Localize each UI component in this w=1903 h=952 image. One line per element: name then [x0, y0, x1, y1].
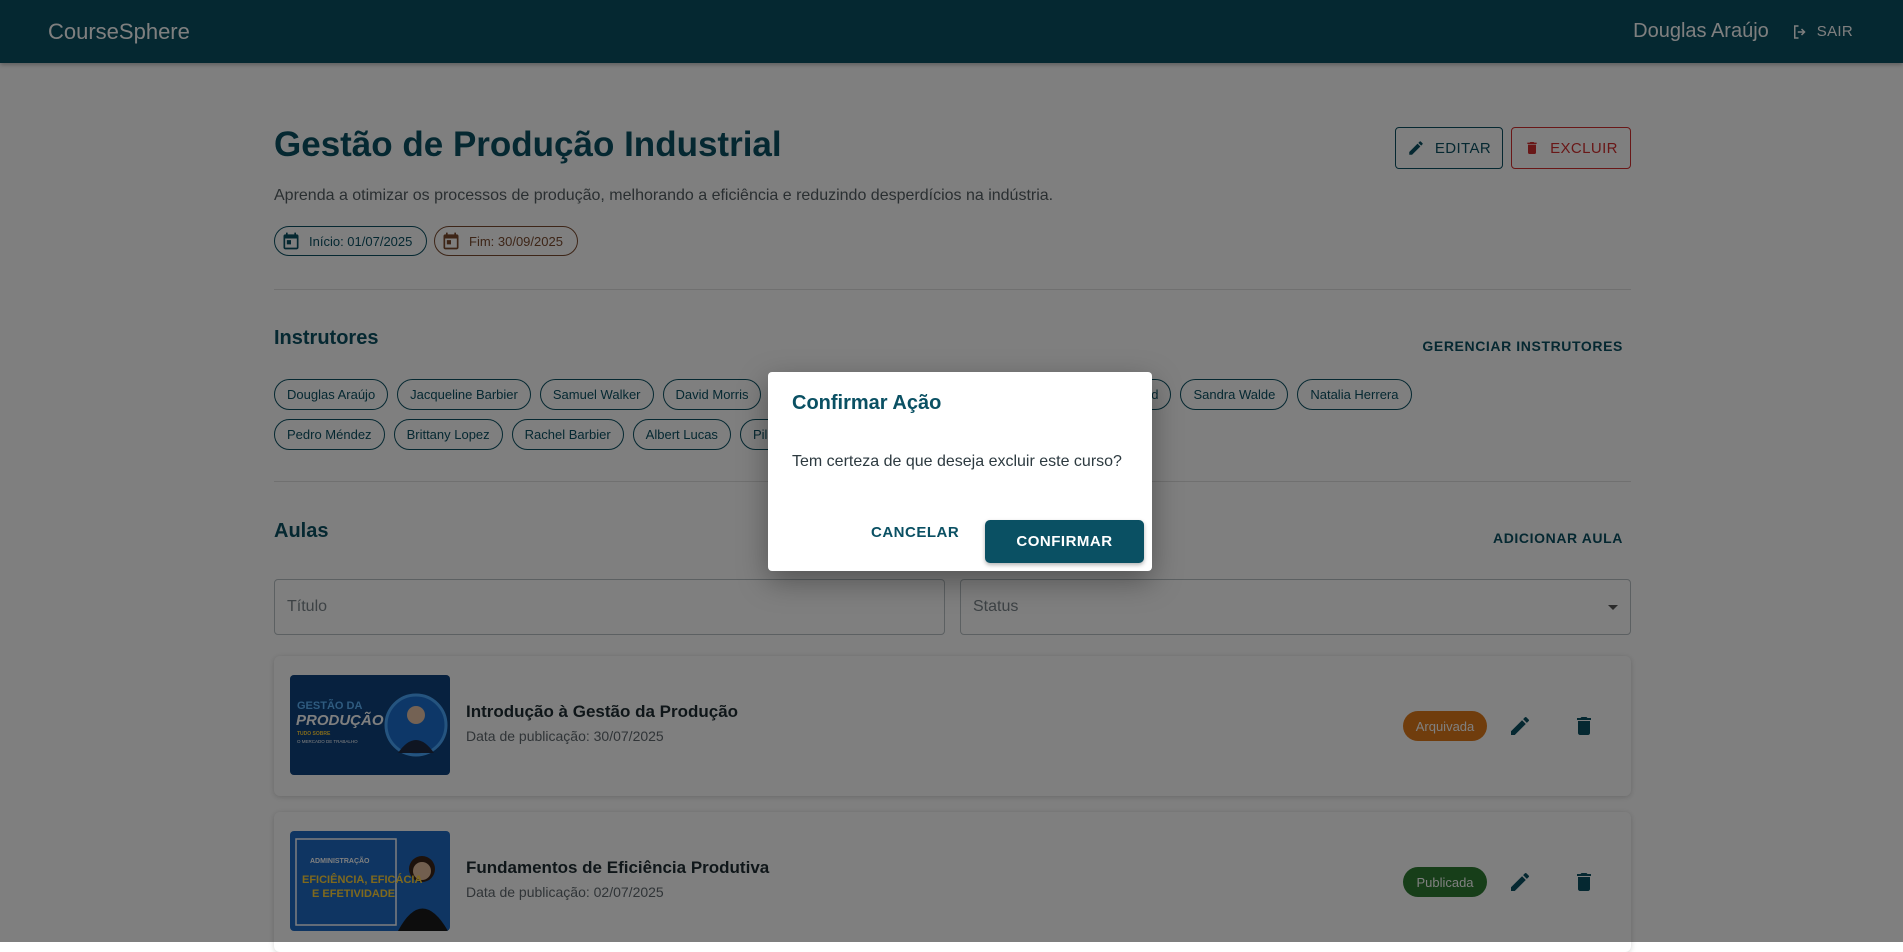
confirm-dialog: Confirmar Ação Tem certeza de que deseja…: [768, 372, 1152, 571]
dialog-title: Confirmar Ação: [792, 392, 942, 414]
confirm-button[interactable]: CONFIRMAR: [985, 520, 1144, 563]
dialog-message: Tem certeza de que deseja excluir este c…: [792, 453, 1122, 470]
cancel-button[interactable]: CANCELAR: [871, 524, 959, 541]
